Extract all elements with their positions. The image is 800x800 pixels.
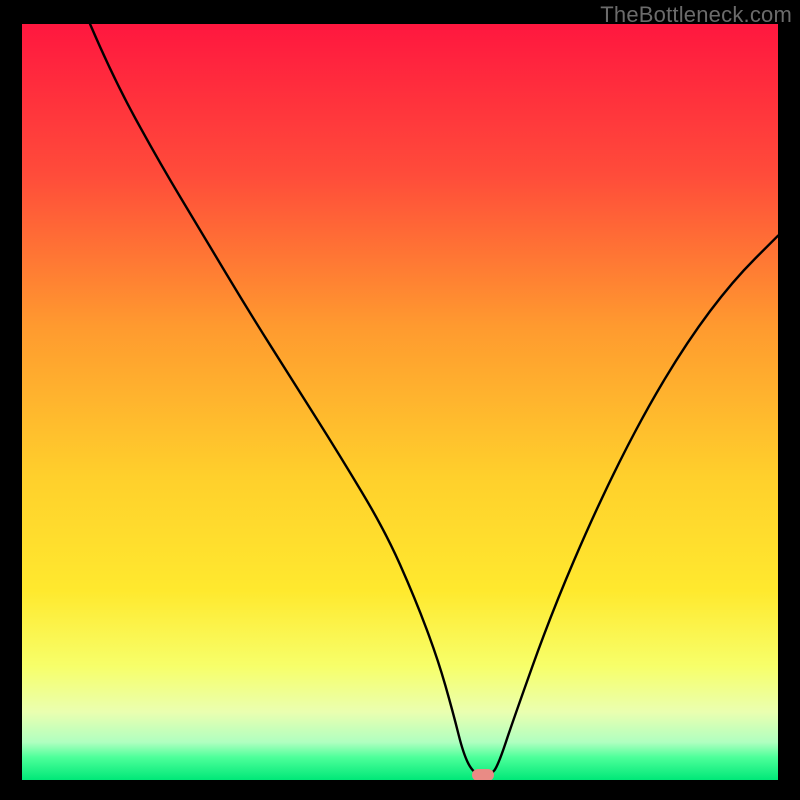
bottleneck-curve bbox=[90, 24, 778, 775]
curve-layer bbox=[22, 24, 778, 780]
chart-frame: TheBottleneck.com bbox=[0, 0, 800, 800]
plot-area bbox=[22, 24, 778, 780]
min-marker bbox=[472, 769, 494, 780]
